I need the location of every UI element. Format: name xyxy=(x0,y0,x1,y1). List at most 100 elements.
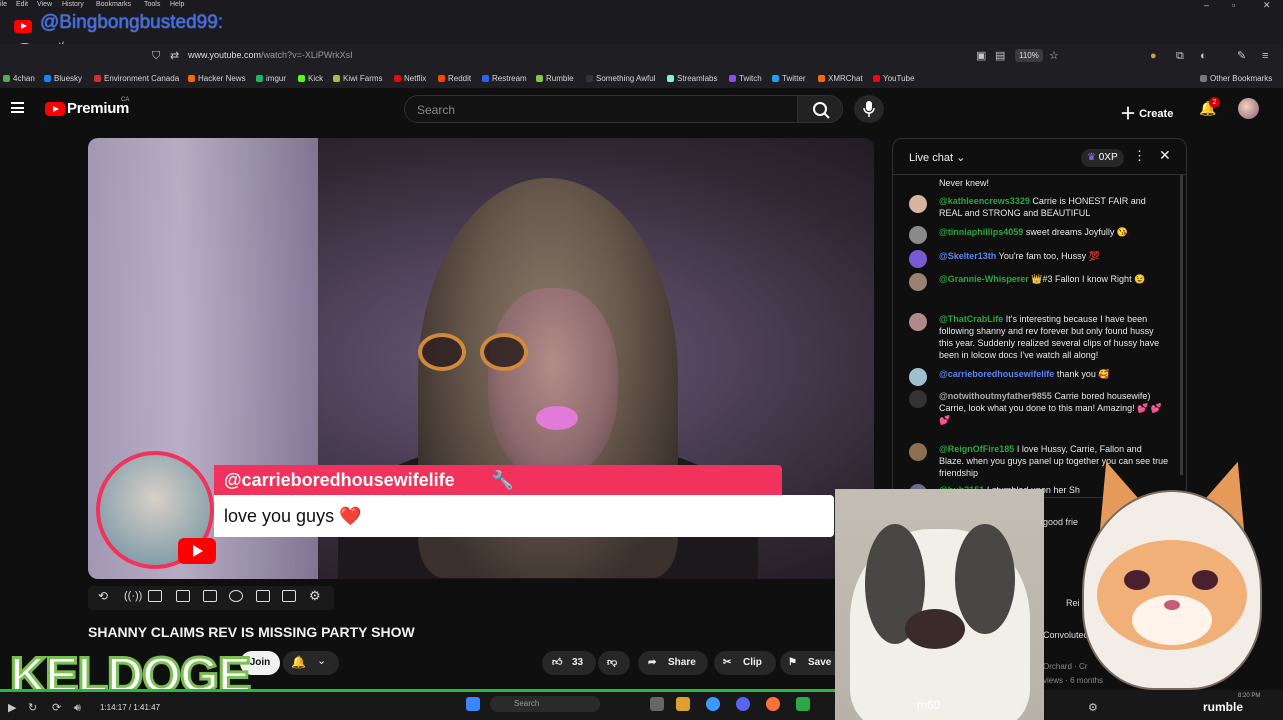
chat-avatar[interactable] xyxy=(909,250,927,268)
cinema-icon[interactable] xyxy=(148,590,162,602)
play-icon[interactable]: ▶ xyxy=(8,701,16,715)
browser-app-icon[interactable] xyxy=(706,697,720,711)
chat-avatar[interactable] xyxy=(909,313,927,331)
windows-start-icon[interactable] xyxy=(466,697,480,711)
menu-file[interactable]: ile xyxy=(0,0,7,9)
bookmark-star-icon[interactable]: ☆ xyxy=(1049,49,1059,63)
chat-avatar[interactable] xyxy=(909,390,927,408)
url-field[interactable]: www.youtube.com/watch?v=-XLiPWrkXsI xyxy=(188,50,353,60)
chat-avatar[interactable] xyxy=(909,195,927,213)
bookmark-item[interactable]: Environment Canada xyxy=(94,74,179,83)
chat-avatar[interactable] xyxy=(909,273,927,291)
search-input[interactable]: Search xyxy=(404,95,798,123)
settings-gear-icon[interactable]: ⚙ xyxy=(1088,701,1098,715)
progress-bar[interactable] xyxy=(0,689,835,692)
shield-icon[interactable]: ⛉ xyxy=(152,49,160,63)
replay-icon[interactable]: ↻ xyxy=(28,701,37,715)
bookmark-item[interactable]: XMRChat xyxy=(818,74,863,83)
menu-bookmarks[interactable]: Bookmarks xyxy=(96,0,131,9)
kiwi-icon xyxy=(333,75,340,82)
account-avatar[interactable] xyxy=(1238,98,1259,119)
pen-icon[interactable]: ✎ xyxy=(1237,49,1246,63)
bookmark-item[interactable]: Kick xyxy=(298,74,323,83)
youtube-logo-icon[interactable] xyxy=(45,102,65,116)
permissions-icon[interactable]: ⇄ xyxy=(170,49,179,63)
camera-icon[interactable] xyxy=(282,590,296,602)
extension-icon[interactable]: ● xyxy=(1150,49,1157,63)
close-window-icon[interactable]: ✕ xyxy=(1263,0,1271,10)
hamburger-menu-icon[interactable] xyxy=(11,102,24,113)
discord-app-icon[interactable] xyxy=(736,697,750,711)
cat-overlay-label: m60 xyxy=(917,698,941,712)
chat-avatar[interactable] xyxy=(909,226,927,244)
bookmark-item[interactable]: Kiwi Farms xyxy=(333,74,383,83)
clapper-icon[interactable] xyxy=(176,590,190,602)
subscribe-notifications-button[interactable]: 🔔 ⌄ xyxy=(283,651,339,675)
bookmark-item[interactable]: Rumble xyxy=(536,74,574,83)
youtube-tab-icon[interactable] xyxy=(14,20,32,33)
highlight-message-box: love you guys ❤️ xyxy=(214,495,834,537)
chat-scrollbar[interactable] xyxy=(1180,175,1183,475)
close-chat-icon[interactable]: ✕ xyxy=(1159,147,1171,164)
reader-icon[interactable]: ▣ xyxy=(976,49,986,63)
bookmark-item[interactable]: Streamlabs xyxy=(667,74,717,83)
live-chat-dropdown[interactable]: Live chat ⌄ xyxy=(909,151,965,164)
firefox-app-icon[interactable] xyxy=(766,697,780,711)
taskbar-search[interactable]: Search xyxy=(490,696,600,712)
bookmark-item[interactable]: Twitch xyxy=(729,74,762,83)
menu-help[interactable]: Help xyxy=(170,0,184,9)
extensions-puzzle-icon[interactable]: ⧉ xyxy=(1176,49,1184,63)
bookmark-item[interactable]: imgur xyxy=(256,74,286,83)
bluesky-icon xyxy=(44,75,51,82)
refresh-icon[interactable]: ⟳ xyxy=(52,701,61,715)
bookmark-item[interactable]: 4chan xyxy=(3,74,35,83)
volume-icon[interactable]: 🔊︎ xyxy=(74,701,81,715)
zoom-level[interactable]: 110% xyxy=(1015,49,1043,62)
clip-button[interactable]: ✂ Clip xyxy=(714,651,776,675)
bookmarks-bar: 4chan Bluesky Environment Canada Hacker … xyxy=(0,70,1283,88)
video-person-lips xyxy=(536,406,578,430)
chat-avatar[interactable] xyxy=(909,368,927,386)
more-options-icon[interactable]: ⋮ xyxy=(1133,148,1146,164)
share-button[interactable]: ➦ Share xyxy=(638,651,708,675)
menu-view[interactable]: View xyxy=(37,0,52,9)
folder-app-icon[interactable] xyxy=(676,697,690,711)
menu-tools[interactable]: Tools xyxy=(144,0,160,9)
bookmark-item[interactable]: Bluesky xyxy=(44,74,82,83)
bookmark-item[interactable]: Hacker News xyxy=(188,74,246,83)
minimize-icon[interactable]: – xyxy=(1204,0,1209,10)
loop-icon[interactable]: ⟲ xyxy=(98,590,112,602)
voice-search-button[interactable] xyxy=(854,95,884,123)
chat-avatar[interactable] xyxy=(909,443,927,461)
maximize-icon[interactable]: ▫ xyxy=(1232,0,1235,10)
xp-badge[interactable]: ♛ 0XP xyxy=(1081,149,1124,167)
settings-gear-icon[interactable]: ⚙ xyxy=(309,589,323,602)
bookmark-item[interactable]: Something Awful xyxy=(586,74,655,83)
taskbar-app-icon[interactable] xyxy=(650,697,664,711)
screenshot-icon[interactable]: ▤ xyxy=(995,49,1005,63)
search-button[interactable] xyxy=(797,95,843,123)
menu-history[interactable]: History xyxy=(62,0,84,9)
bookmark-item[interactable]: Reddit xyxy=(438,74,471,83)
account-icon[interactable]: ◐ xyxy=(1200,49,1207,63)
picture-in-picture-icon[interactable] xyxy=(256,590,270,602)
other-bookmarks[interactable]: Other Bookmarks xyxy=(1200,74,1272,83)
broadcast-icon[interactable]: ((·)) xyxy=(124,590,142,602)
bookmark-item[interactable]: Restream xyxy=(482,74,527,83)
premium-logo-text[interactable]: Premium xyxy=(67,100,129,117)
app-icon[interactable] xyxy=(796,697,810,711)
dislike-button[interactable]: 👎︎ xyxy=(598,651,630,675)
menu-edit[interactable]: Edit xyxy=(16,0,28,9)
bookmark-item[interactable]: Twitter xyxy=(772,74,806,83)
hacker-news-icon xyxy=(188,75,195,82)
youtube-icon xyxy=(873,75,880,82)
menu-icon[interactable]: ≡ xyxy=(1262,49,1268,63)
like-button[interactable]: 👍︎ 33 xyxy=(542,651,596,675)
fox-eye-right xyxy=(1192,570,1218,590)
theater-mode-icon[interactable] xyxy=(203,590,217,602)
speed-icon[interactable] xyxy=(229,590,243,602)
bookmark-item[interactable]: YouTube xyxy=(873,74,914,83)
save-button[interactable]: ⚑ Save xyxy=(780,651,836,675)
create-button[interactable]: ＋ Create xyxy=(1120,100,1173,124)
bookmark-item[interactable]: Netflix xyxy=(394,74,426,83)
